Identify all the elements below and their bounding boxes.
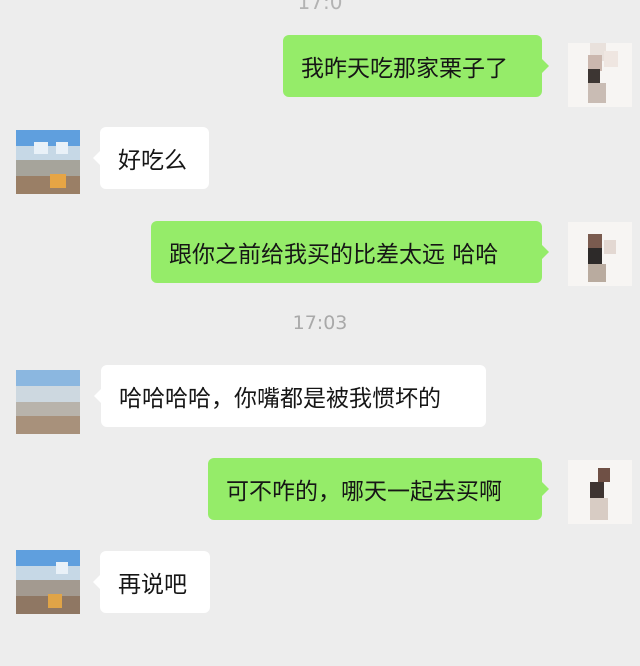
avatar-contact[interactable] <box>16 550 80 614</box>
avatar-self[interactable] <box>568 222 632 286</box>
avatar-contact[interactable] <box>16 370 80 434</box>
message-text: 再说吧 <box>118 572 187 598</box>
message-text: 可不咋的，哪天一起去买啊 <box>226 479 502 505</box>
message-bubble-outgoing[interactable]: 我昨天吃那家栗子了 <box>283 35 549 97</box>
avatar-self[interactable] <box>568 460 632 524</box>
message-text: 哈哈哈哈，你嘴都是被我惯坏的 <box>119 386 441 412</box>
avatar-self[interactable] <box>568 43 632 107</box>
message-bubble-incoming[interactable]: 再说吧 <box>93 551 210 613</box>
message-bubble-incoming[interactable]: 哈哈哈哈，你嘴都是被我惯坏的 <box>94 365 486 427</box>
message-bubble-outgoing[interactable]: 跟你之前给我买的比差太远 哈哈 <box>151 221 549 283</box>
partial-timestamp: 17:0 <box>297 0 343 14</box>
avatar-contact[interactable] <box>16 130 80 194</box>
message-text: 跟你之前给我买的比差太远 哈哈 <box>169 242 499 268</box>
message-bubble-incoming[interactable]: 好吃么 <box>93 127 209 189</box>
message-text: 好吃么 <box>118 148 187 174</box>
message-bubble-outgoing[interactable]: 可不咋的，哪天一起去买啊 <box>208 458 549 520</box>
chat-timestamp: 17:03 <box>292 312 348 334</box>
message-text: 我昨天吃那家栗子了 <box>301 56 508 82</box>
